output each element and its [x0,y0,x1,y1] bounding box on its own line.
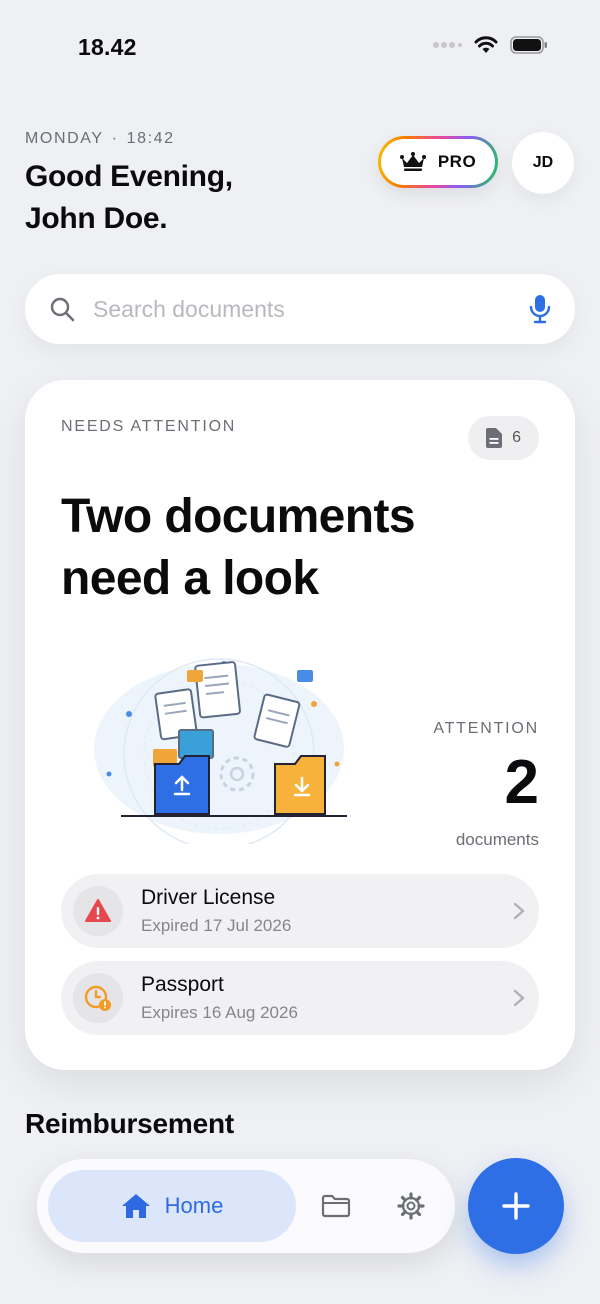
document-count: 6 [512,429,521,446]
section-title-reimbursement: Reimbursement [25,1108,235,1139]
list-item-driver-license[interactable]: Driver License Expired 17 Jul 2026 [61,874,539,948]
crown-icon [399,152,426,171]
avatar-initials: JD [532,154,554,171]
pro-button[interactable]: PRO [378,136,498,188]
search-input[interactable] [91,294,529,324]
chevron-right-icon [513,989,525,1007]
pro-label: PRO [437,152,477,171]
card-label: NEEDS ATTENTION [61,418,237,435]
clock-alert-icon [73,973,123,1023]
list-item-passport[interactable]: Passport Expires 16 Aug 2026 [61,961,539,1035]
greeting-line-1: Good Evening, [25,160,233,193]
search-bar[interactable] [25,274,575,344]
attention-stat-label: ATTENTION [433,720,539,737]
signal-icon [433,42,462,48]
bottom-tab-bar: Home [37,1159,455,1253]
microphone-icon[interactable] [529,294,551,324]
add-button[interactable] [468,1158,564,1254]
tab-home[interactable]: Home [48,1170,296,1242]
chevron-right-icon [513,902,525,920]
wifi-icon [474,36,498,53]
card-headline: Two documents need a look [61,490,416,605]
tab-settings[interactable] [389,1184,433,1228]
list-item-title: Passport [141,973,224,996]
warning-icon [73,886,123,936]
list-item-subtitle: Expired 17 Jul 2026 [141,916,292,935]
status-time: 18.42 [78,34,137,60]
document-count-chip[interactable]: 6 [468,416,539,460]
greeting-line-2: John Doe. [25,202,168,235]
status-indicators [432,36,548,54]
plus-icon [502,1192,530,1220]
folders-illustration [94,658,347,844]
separator-dot: · [111,130,119,147]
attention-stat-unit: documents [455,830,539,849]
search-icon [50,297,75,322]
list-item-subtitle: Expires 16 Aug 2026 [141,1003,298,1022]
list-item-title: Driver License [141,886,276,909]
tab-home-label: Home [164,1193,224,1218]
time-label: 18:42 [126,130,175,147]
battery-icon [510,36,547,54]
day-label: MONDAY [25,130,104,147]
folder-icon [321,1194,351,1218]
gear-icon [397,1192,425,1220]
document-icon [486,428,503,448]
attention-card[interactable]: NEEDS ATTENTION 6 Two documents need a l… [25,380,575,1070]
tab-folder[interactable] [314,1184,358,1228]
greeting: Good Evening, John Doe. [25,156,233,240]
attention-stat-value: 2 [504,748,539,817]
date-line: MONDAY · 18:42 [25,130,175,148]
home-icon [121,1194,150,1218]
avatar[interactable]: JD [512,132,574,194]
